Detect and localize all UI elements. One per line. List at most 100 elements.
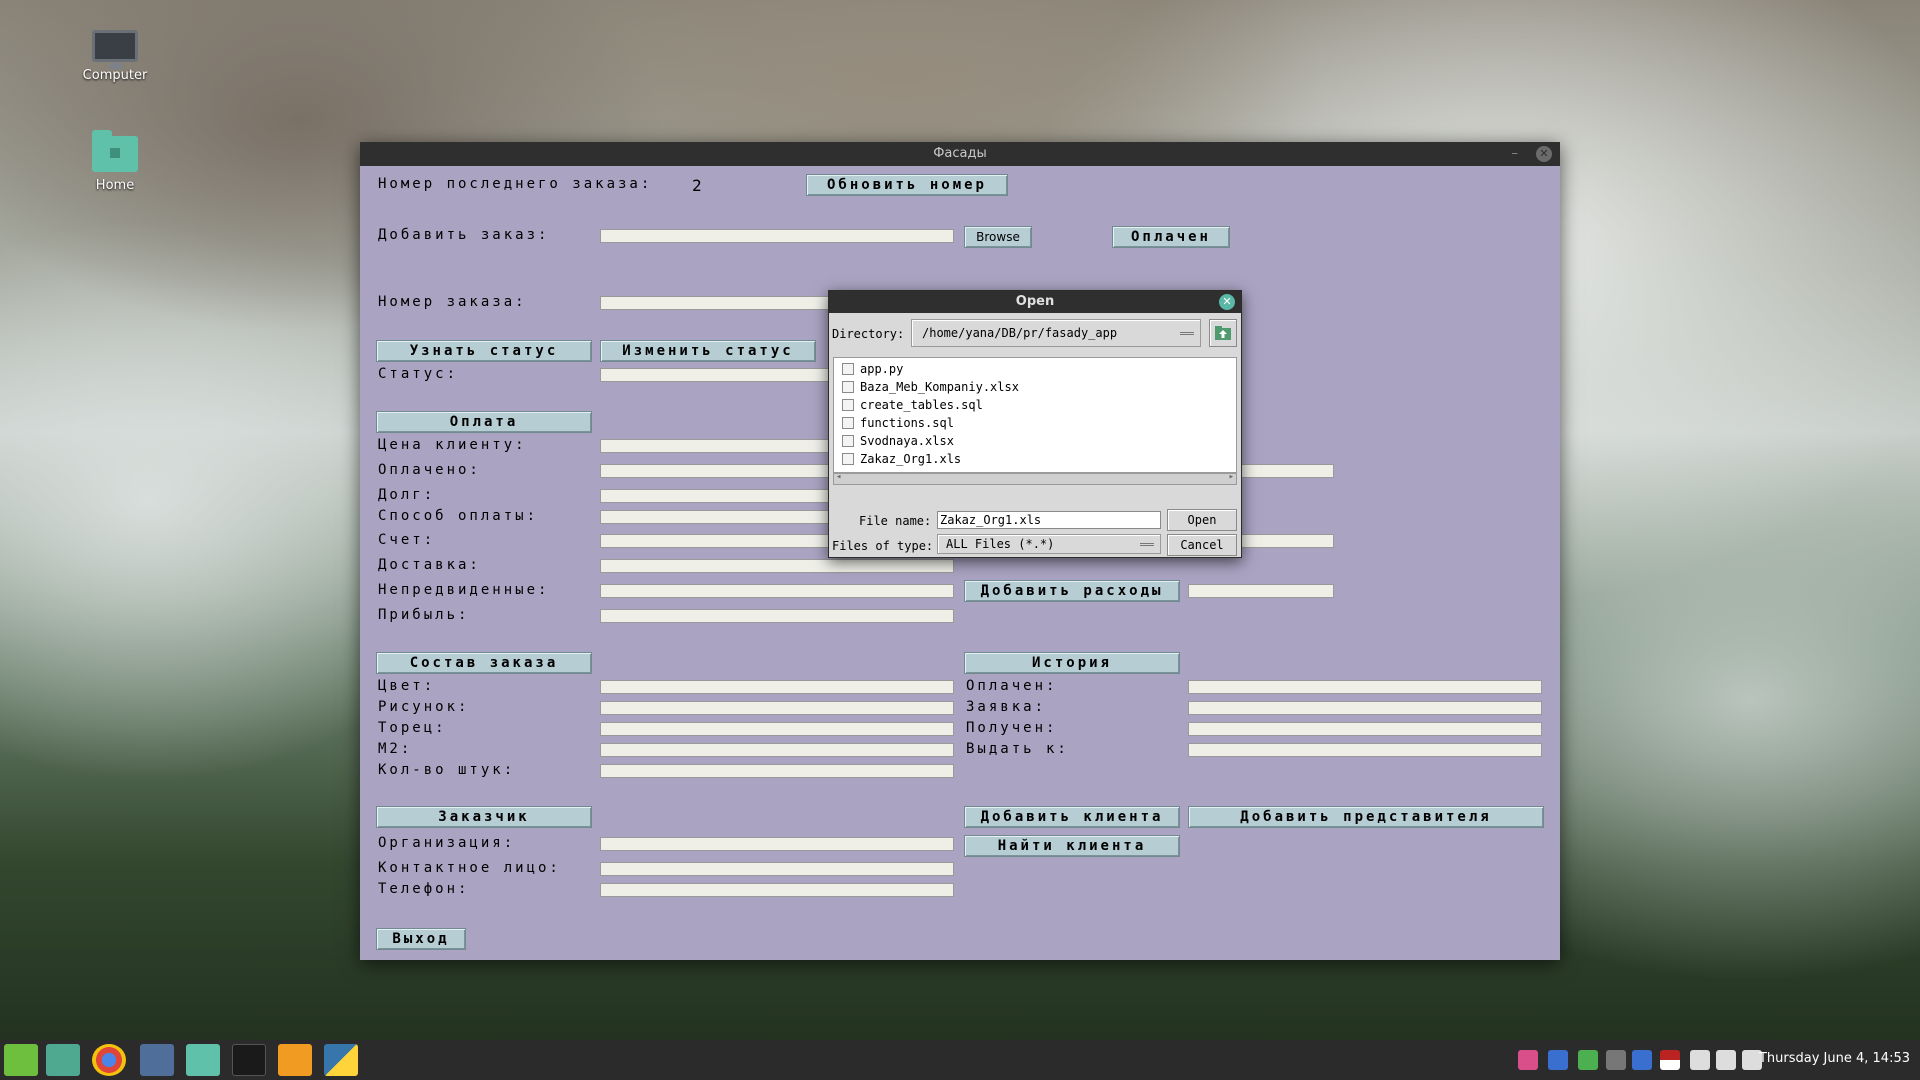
open-file-dialog: Open ✕ Directory: /home/yana/DB/pr/fasad…	[828, 290, 1242, 558]
composition-label-quantity: Кол-во штук:	[378, 762, 516, 778]
file-item[interactable]: Zakaz_Org1.xls	[842, 452, 961, 466]
files-of-type-combo[interactable]: ALL Files (*.*)	[937, 534, 1161, 554]
file-name: app.py	[860, 362, 904, 376]
refresh-number-button[interactable]: Обновить номер	[806, 174, 1008, 196]
open-button[interactable]: Open	[1167, 509, 1237, 531]
terminal-icon[interactable]	[232, 1044, 266, 1076]
wifi-icon[interactable]	[1690, 1050, 1710, 1070]
phone-field[interactable]	[600, 883, 954, 897]
file-item[interactable]: create_tables.sql	[842, 398, 983, 412]
order-composition-header-button[interactable]: Состав заказа	[376, 652, 592, 674]
package-icon[interactable]	[1518, 1050, 1538, 1070]
history-label-paid: Оплачен:	[966, 678, 1058, 694]
bluetooth-active-icon[interactable]	[1632, 1050, 1652, 1070]
directory-combo[interactable]: /home/yana/DB/pr/fasady_app	[911, 319, 1201, 347]
history-label-received: Получен:	[966, 720, 1058, 736]
file-icon	[842, 417, 854, 429]
browse-button[interactable]: Browse	[964, 226, 1032, 248]
file-icon	[842, 399, 854, 411]
exit-button[interactable]: Выход	[376, 928, 466, 950]
customer-label-phone: Телефон:	[378, 881, 470, 897]
history-issue-by-field[interactable]	[1188, 743, 1542, 757]
file-name-input[interactable]: Zakaz_Org1.xls	[937, 511, 1161, 529]
add-order-label: Добавить заказ:	[378, 227, 550, 243]
clock[interactable]: Thursday June 4, 14:53	[1759, 1051, 1910, 1066]
files-app-icon[interactable]	[46, 1044, 80, 1076]
desktop-icon-label: Computer	[82, 68, 148, 83]
add-order-path-field[interactable]	[600, 229, 954, 243]
window-title: Фасады	[933, 146, 987, 161]
folder-app-icon[interactable]	[186, 1044, 220, 1076]
add-expenses-button[interactable]: Добавить расходы	[964, 580, 1180, 602]
shield-icon[interactable]	[1548, 1050, 1568, 1070]
payment-label-price: Цена клиенту:	[378, 437, 527, 453]
scroll-right-icon[interactable]: ▸	[1229, 472, 1234, 482]
parent-directory-button[interactable]	[1209, 319, 1237, 347]
history-paid-field[interactable]	[1188, 680, 1542, 694]
taskbar: Thursday June 4, 14:53	[0, 1040, 1920, 1080]
customer-label-contact: Контактное лицо:	[378, 860, 561, 876]
chevron-down-icon	[1180, 332, 1194, 335]
horizontal-scrollbar[interactable]: ◂ ▸	[833, 472, 1237, 485]
find-client-button[interactable]: Найти клиента	[964, 835, 1180, 857]
file-icon	[842, 381, 854, 393]
file-icon	[842, 453, 854, 465]
unforeseen-field[interactable]	[600, 584, 954, 598]
file-name: functions.sql	[860, 416, 954, 430]
minimize-icon[interactable]: –	[1512, 142, 1519, 166]
screenshot-app-icon[interactable]	[140, 1044, 174, 1076]
file-item[interactable]: Svodnaya.xlsx	[842, 434, 954, 448]
add-representative-button[interactable]: Добавить представителя	[1188, 806, 1544, 828]
add-client-button[interactable]: Добавить клиента	[964, 806, 1180, 828]
python-icon[interactable]	[324, 1044, 358, 1076]
dialog-titlebar[interactable]: Open ✕	[829, 291, 1241, 313]
desktop-icon-home[interactable]: Home	[60, 130, 170, 193]
payment-label-profit: Прибыль:	[378, 607, 470, 623]
history-header-button[interactable]: История	[964, 652, 1180, 674]
file-name-label: File name:	[859, 514, 932, 528]
composition-label-color: Цвет:	[378, 678, 436, 694]
file-item[interactable]: Baza_Meb_Kompaniy.xlsx	[842, 380, 1019, 394]
history-label-issue-by: Выдать к:	[966, 741, 1069, 757]
file-item[interactable]: app.py	[842, 362, 903, 376]
customer-header-button[interactable]: Заказчик	[376, 806, 592, 828]
expenses-field[interactable]	[1188, 584, 1334, 598]
sound-icon[interactable]	[1716, 1050, 1736, 1070]
file-name: create_tables.sql	[860, 398, 983, 412]
edge-field[interactable]	[600, 722, 954, 736]
dialog-title: Open	[1015, 294, 1055, 309]
contact-person-field[interactable]	[600, 862, 954, 876]
payment-label-method: Способ оплаты:	[378, 508, 539, 524]
file-item[interactable]: functions.sql	[842, 416, 954, 430]
organization-field[interactable]	[600, 837, 954, 851]
delivery-field[interactable]	[600, 559, 954, 573]
history-label-request: Заявка:	[966, 699, 1047, 715]
order-number-label: Номер заказа:	[378, 294, 527, 310]
pattern-field[interactable]	[600, 701, 954, 715]
desktop-icon-computer[interactable]: Computer	[60, 30, 170, 83]
menu-icon[interactable]	[4, 1044, 38, 1076]
chrome-icon[interactable]	[92, 1044, 126, 1076]
history-received-field[interactable]	[1188, 722, 1542, 736]
change-status-button[interactable]: Изменить статус	[600, 340, 816, 362]
payment-header-button[interactable]: Оплата	[376, 411, 592, 433]
paid-button[interactable]: Оплачен	[1112, 226, 1230, 248]
scroll-left-icon[interactable]: ◂	[836, 472, 841, 482]
window-titlebar[interactable]: Фасады – ✕	[360, 142, 1560, 166]
quantity-field[interactable]	[600, 764, 954, 778]
close-icon[interactable]: ✕	[1219, 294, 1235, 310]
status-label: Статус:	[378, 366, 459, 382]
sublime-text-icon[interactable]	[278, 1044, 312, 1076]
file-icon	[842, 435, 854, 447]
close-icon[interactable]: ✕	[1536, 146, 1552, 162]
cancel-button[interactable]: Cancel	[1167, 534, 1237, 556]
history-request-field[interactable]	[1188, 701, 1542, 715]
profit-field[interactable]	[600, 609, 954, 623]
color-field[interactable]	[600, 680, 954, 694]
check-status-button[interactable]: Узнать статус	[376, 340, 592, 362]
bluetooth-icon[interactable]	[1606, 1050, 1626, 1070]
us-flag-icon[interactable]	[1660, 1050, 1680, 1070]
m2-field[interactable]	[600, 743, 954, 757]
composition-label-pattern: Рисунок:	[378, 699, 470, 715]
update-check-icon[interactable]	[1578, 1050, 1598, 1070]
